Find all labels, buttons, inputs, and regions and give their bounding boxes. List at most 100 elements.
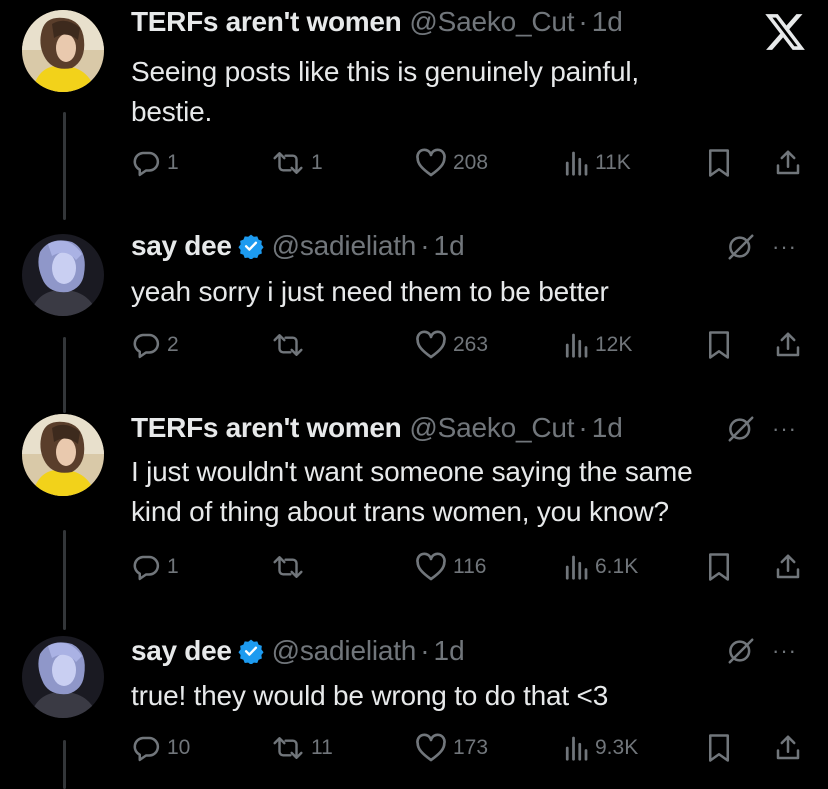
- share-button[interactable]: [773, 143, 803, 183]
- grok-icon[interactable]: [726, 636, 756, 666]
- bookmark-icon: [709, 553, 729, 581]
- handle[interactable]: @Saeko_Cut: [409, 4, 574, 40]
- handle[interactable]: @Saeko_Cut: [409, 410, 574, 446]
- views-icon: [565, 736, 588, 761]
- share-button[interactable]: [773, 325, 803, 365]
- share-button[interactable]: [773, 547, 803, 587]
- repost-button[interactable]: 1: [271, 143, 323, 183]
- timestamp[interactable]: 1d: [434, 633, 465, 669]
- repost-count: 11: [311, 736, 333, 759]
- views-icon: [565, 151, 588, 176]
- bookmark-button[interactable]: [705, 728, 733, 768]
- reply-button[interactable]: 1: [131, 143, 179, 183]
- share-icon: [776, 150, 800, 175]
- bookmark-icon: [709, 149, 729, 177]
- tweet-text-line: I just wouldn't want someone saying the …: [131, 456, 693, 487]
- tweet[interactable]: TERFs aren't women @Saeko_Cut · 1d ··· I…: [0, 408, 828, 608]
- avatar[interactable]: [22, 414, 104, 496]
- views-count: 9.3K: [595, 736, 639, 759]
- display-name[interactable]: TERFs aren't women: [131, 410, 402, 446]
- heart-icon: [416, 330, 446, 359]
- views-count: 6.1K: [595, 555, 639, 578]
- tweet-text-line: kind of thing about trans women, you kno…: [131, 496, 669, 527]
- verified-badge-icon: [238, 638, 264, 664]
- share-button[interactable]: [773, 728, 803, 768]
- tweet[interactable]: say dee @sadieliath · 1d ··· true! they …: [0, 630, 828, 789]
- views-icon: [565, 555, 588, 580]
- bookmark-icon: [709, 734, 729, 762]
- views-button[interactable]: 9.3K: [563, 728, 638, 768]
- repost-button[interactable]: [271, 547, 311, 587]
- action-bar: 1 116 6.1K: [131, 547, 811, 587]
- reply-icon: [133, 736, 160, 762]
- reply-icon: [133, 333, 160, 359]
- bookmark-button[interactable]: [705, 325, 733, 365]
- share-icon: [776, 332, 800, 357]
- more-options-icon[interactable]: ···: [772, 418, 797, 440]
- reply-button[interactable]: 1: [131, 547, 179, 587]
- grok-icon[interactable]: [726, 414, 756, 444]
- share-icon: [776, 554, 800, 579]
- repost-icon: [273, 152, 303, 174]
- tweet-text: true! they would be wrong to do that <3: [131, 676, 811, 716]
- timestamp[interactable]: 1d: [434, 228, 465, 264]
- tweet[interactable]: say dee @sadieliath · 1d ··· yeah sorry …: [0, 226, 828, 386]
- avatar[interactable]: [22, 10, 104, 92]
- repost-icon: [273, 737, 303, 759]
- grok-icon[interactable]: [726, 232, 756, 262]
- tweet-text-line: yeah sorry i just need them to be better: [131, 276, 609, 307]
- like-button[interactable]: 116: [415, 547, 486, 587]
- handle[interactable]: @sadieliath: [272, 228, 417, 264]
- more-options-icon[interactable]: ···: [772, 236, 797, 258]
- reply-button[interactable]: 2: [131, 325, 179, 365]
- reply-icon: [133, 151, 160, 177]
- timestamp[interactable]: 1d: [592, 4, 623, 40]
- reply-count: 10: [167, 736, 191, 759]
- like-button[interactable]: 263: [415, 325, 488, 365]
- separator-dot: ·: [578, 6, 588, 37]
- more-options-icon[interactable]: ···: [772, 640, 797, 662]
- avatar[interactable]: [22, 234, 104, 316]
- repost-button[interactable]: [271, 325, 311, 365]
- tweet[interactable]: TERFs aren't women @Saeko_Cut · 1d Seein…: [0, 0, 828, 200]
- tweet-text: Seeing posts like this is genuinely pain…: [131, 52, 811, 132]
- views-button[interactable]: 11K: [563, 143, 631, 183]
- tweet-text-line: bestie.: [131, 96, 213, 127]
- repost-icon: [273, 334, 303, 356]
- bookmark-icon: [709, 331, 729, 359]
- like-button[interactable]: 173: [415, 728, 488, 768]
- reply-button[interactable]: 10: [131, 728, 190, 768]
- like-count: 116: [453, 555, 487, 578]
- display-name[interactable]: say dee: [131, 228, 232, 264]
- like-count: 208: [453, 151, 489, 174]
- tweet-text: I just wouldn't want someone saying the …: [131, 452, 811, 532]
- like-button[interactable]: 208: [415, 143, 488, 183]
- action-bar: 2 263 12K: [131, 325, 811, 365]
- views-count: 11K: [595, 151, 631, 174]
- reply-count: 1: [167, 151, 179, 174]
- repost-button[interactable]: 11: [271, 728, 333, 768]
- share-icon: [776, 735, 800, 760]
- separator-dot: ·: [578, 412, 588, 443]
- tweet-text: yeah sorry i just need them to be better: [131, 272, 811, 312]
- tweet-text-line: true! they would be wrong to do that <3: [131, 680, 609, 711]
- avatar[interactable]: [22, 636, 104, 718]
- bookmark-button[interactable]: [705, 547, 733, 587]
- heart-icon: [416, 552, 446, 581]
- separator-dot: ·: [420, 230, 430, 261]
- repost-icon: [273, 556, 303, 578]
- reply-count: 1: [167, 555, 179, 578]
- display-name[interactable]: TERFs aren't women: [131, 4, 402, 40]
- reply-icon: [133, 555, 160, 581]
- action-bar: 10 11 173 9.3K: [131, 728, 811, 768]
- timestamp[interactable]: 1d: [592, 410, 623, 446]
- views-button[interactable]: 6.1K: [563, 547, 638, 587]
- views-button[interactable]: 12K: [563, 325, 632, 365]
- bookmark-button[interactable]: [705, 143, 733, 183]
- like-count: 263: [453, 333, 489, 356]
- views-icon: [565, 333, 588, 358]
- display-name[interactable]: say dee: [131, 633, 232, 669]
- tweet-text-line: Seeing posts like this is genuinely pain…: [131, 56, 639, 87]
- repost-count: 1: [311, 151, 323, 174]
- handle[interactable]: @sadieliath: [272, 633, 417, 669]
